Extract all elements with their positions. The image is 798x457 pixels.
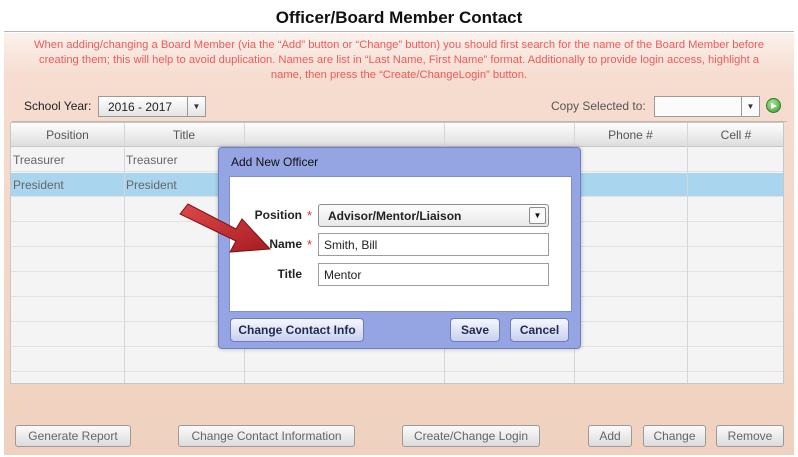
table-row-empty bbox=[11, 348, 783, 372]
add-button[interactable]: Add bbox=[588, 425, 632, 447]
chevron-down-icon[interactable]: ▼ bbox=[741, 97, 759, 116]
change-contact-info-button[interactable]: Change Contact Info bbox=[230, 318, 364, 342]
column-header-position[interactable]: Position bbox=[11, 123, 124, 147]
chevron-down-icon[interactable]: ▼ bbox=[187, 97, 205, 116]
cell-title: President bbox=[126, 178, 177, 192]
annotation-arrow bbox=[179, 203, 272, 253]
dialog-body: Position * Advisor/Mentor/Liaison ▼ Name… bbox=[229, 176, 572, 312]
go-arrow-icon[interactable] bbox=[766, 98, 781, 113]
title-label: Title bbox=[277, 267, 302, 281]
column-divider bbox=[124, 123, 125, 383]
required-marker: * bbox=[307, 208, 313, 223]
cell-title: Treasurer bbox=[126, 153, 178, 167]
change-contact-information-button[interactable]: Change Contact Information bbox=[178, 425, 355, 447]
remove-button[interactable]: Remove bbox=[716, 425, 784, 447]
instruction-notice: When adding/changing a Board Member (via… bbox=[33, 39, 765, 81]
title-field[interactable] bbox=[318, 263, 549, 286]
required-marker: * bbox=[307, 237, 313, 252]
title-divider bbox=[4, 31, 794, 32]
school-year-select[interactable]: 2016 - 2017 ▼ bbox=[98, 96, 206, 117]
copy-selected-select[interactable]: ▼ bbox=[654, 96, 760, 117]
position-value: Advisor/Mentor/Liaison bbox=[328, 209, 462, 223]
chevron-down-icon[interactable]: ▼ bbox=[529, 207, 546, 224]
page-title: Officer/Board Member Contact bbox=[275, 8, 523, 27]
school-year-label: School Year: bbox=[24, 99, 92, 113]
table-header: Position Title Phone # Cell # bbox=[11, 123, 783, 147]
generate-report-button[interactable]: Generate Report bbox=[15, 425, 131, 447]
column-header-4[interactable] bbox=[444, 123, 574, 147]
copy-selected-label: Copy Selected to: bbox=[551, 99, 646, 113]
column-header-cell[interactable]: Cell # bbox=[687, 123, 783, 147]
cancel-button[interactable]: Cancel bbox=[510, 318, 569, 342]
dialog-title: Add New Officer bbox=[231, 155, 319, 169]
column-divider bbox=[687, 123, 688, 383]
name-field[interactable] bbox=[318, 233, 549, 256]
school-year-value: 2016 - 2017 bbox=[108, 100, 173, 114]
column-header-3[interactable] bbox=[244, 123, 444, 147]
create-change-login-button[interactable]: Create/Change Login bbox=[402, 425, 540, 447]
position-select[interactable]: Advisor/Mentor/Liaison ▼ bbox=[318, 204, 549, 227]
save-button[interactable]: Save bbox=[450, 318, 500, 342]
table-row-empty bbox=[11, 373, 783, 383]
column-header-title[interactable]: Title bbox=[124, 123, 244, 147]
column-header-phone[interactable]: Phone # bbox=[574, 123, 687, 147]
cell-position: President bbox=[13, 178, 64, 192]
cell-position: Treasurer bbox=[13, 153, 65, 167]
change-button[interactable]: Change bbox=[643, 425, 706, 447]
